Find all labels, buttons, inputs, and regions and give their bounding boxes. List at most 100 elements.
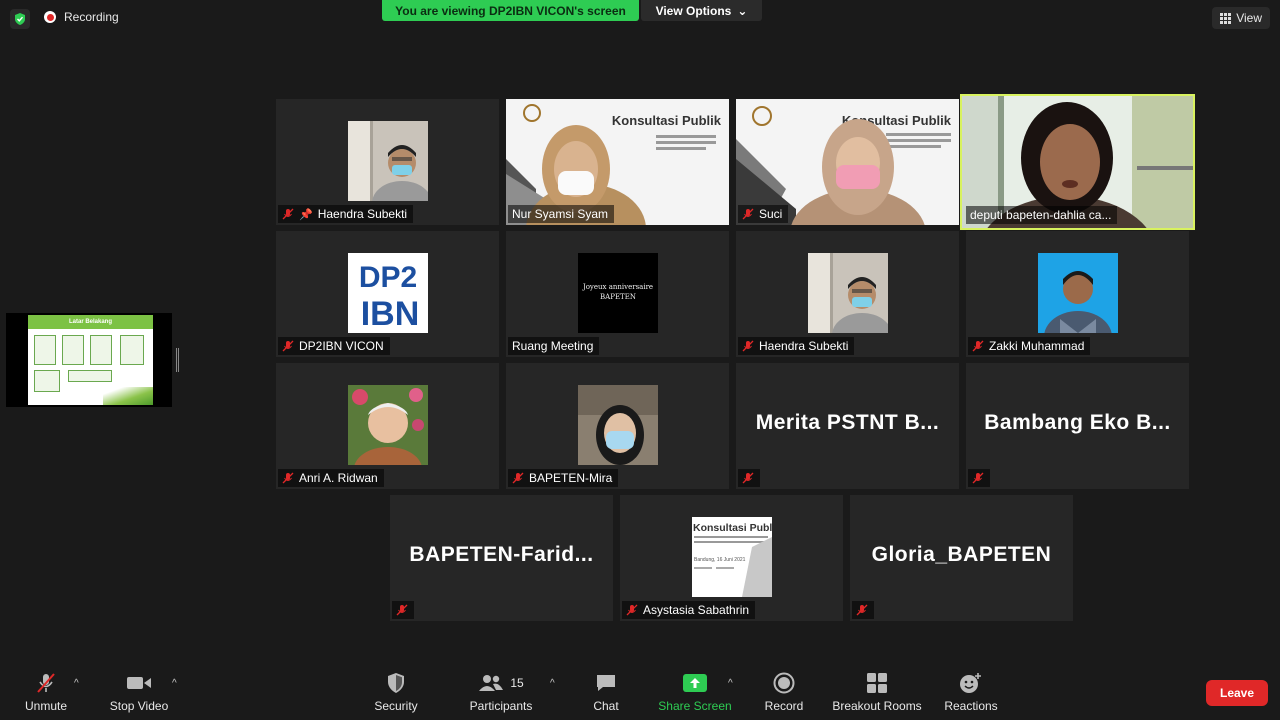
participant-name: Suci bbox=[759, 207, 783, 221]
participant-name: Haendra Subekti bbox=[317, 207, 408, 221]
view-options-button[interactable]: View Options ⌄ bbox=[641, 0, 762, 21]
shared-slide: Latar Belakang bbox=[28, 315, 153, 405]
audio-options-caret[interactable]: ^ bbox=[74, 678, 79, 689]
participant-name: Zakki Muhammad bbox=[989, 339, 1085, 353]
participant-name-bar: Ruang Meeting bbox=[508, 337, 600, 355]
participant-video bbox=[348, 121, 428, 201]
breakout-rooms-grid-icon bbox=[867, 673, 887, 693]
muted-mic-icon bbox=[282, 472, 294, 484]
logo-text-top: DP2 bbox=[359, 261, 417, 294]
muted-mic-icon bbox=[856, 604, 868, 616]
stop-video-button[interactable]: Stop Video bbox=[106, 664, 172, 720]
participant-tile[interactable]: BAPETEN-Mira bbox=[506, 363, 729, 489]
muted-mic-icon bbox=[742, 472, 754, 484]
view-options-label: View Options bbox=[655, 3, 732, 18]
muted-mic-icon bbox=[282, 340, 294, 352]
unmute-button[interactable]: Unmute bbox=[18, 664, 74, 720]
participant-name-bar: Nur Syamsi Syam bbox=[508, 205, 615, 223]
muted-mic-icon bbox=[512, 472, 524, 484]
participants-label: Participants bbox=[469, 699, 533, 713]
video-options-caret[interactable]: ^ bbox=[172, 678, 177, 689]
reactions-button[interactable]: Reactions bbox=[942, 664, 1000, 720]
chevron-down-icon: ⌄ bbox=[737, 3, 748, 18]
unmute-label: Unmute bbox=[24, 699, 68, 713]
slide-box bbox=[120, 335, 144, 365]
security-button[interactable]: Security bbox=[370, 664, 422, 720]
participants-button[interactable]: 15 Participants bbox=[466, 664, 536, 720]
participant-name: Ruang Meeting bbox=[512, 339, 594, 353]
participant-name-bar: deputi bapeten-dahlia ca... bbox=[966, 206, 1118, 224]
muted-mic-icon bbox=[626, 604, 638, 616]
participant-name-display: Merita PSTNT B... bbox=[755, 411, 940, 434]
leave-button[interactable]: Leave bbox=[1206, 680, 1268, 706]
shared-screen-thumbnail[interactable]: Latar Belakang bbox=[6, 313, 172, 407]
panel-resize-handle[interactable] bbox=[176, 348, 179, 372]
share-screen-button[interactable]: Share Screen bbox=[656, 664, 734, 720]
participant-tile[interactable]: Konsultasi Publik Suci bbox=[736, 99, 959, 225]
card-line-1: Joyeux anniversaire bbox=[582, 283, 653, 291]
participant-name: DP2IBN VICON bbox=[299, 339, 384, 353]
record-button[interactable]: Record bbox=[762, 664, 806, 720]
participant-tile[interactable]: Konsultasi Publ Bandung, 16 Juni 2021 As… bbox=[620, 495, 843, 621]
participant-image: Joyeux anniversaire BAPETEN bbox=[578, 253, 658, 333]
security-shield-icon[interactable] bbox=[10, 9, 30, 29]
share-options-caret[interactable]: ^ bbox=[728, 678, 733, 689]
meeting-toolbar: Unmute ^ Stop Video ^ Security 15 Partic… bbox=[0, 664, 1280, 720]
participant-name: BAPETEN-Mira bbox=[529, 471, 613, 485]
participant-name-bar: Haendra Subekti bbox=[738, 337, 855, 355]
chat-bubble-icon bbox=[597, 675, 615, 691]
participant-name-bar: 📌 Haendra Subekti bbox=[278, 205, 414, 223]
participant-name: deputi bapeten-dahlia ca... bbox=[970, 208, 1112, 222]
participant-tile[interactable]: Anri A. Ridwan bbox=[276, 363, 499, 489]
participant-name: Nur Syamsi Syam bbox=[512, 207, 609, 221]
participant-video bbox=[808, 253, 888, 333]
muted-mic-icon bbox=[396, 604, 408, 616]
logo-text-bottom: IBN bbox=[361, 295, 420, 333]
view-button[interactable]: View bbox=[1212, 7, 1270, 29]
participant-tile[interactable]: DP2 IBN DP2IBN VICON bbox=[276, 231, 499, 357]
record-dot-icon bbox=[44, 11, 56, 23]
recording-indicator[interactable]: Recording bbox=[44, 10, 119, 24]
participant-name-bar: Zakki Muhammad bbox=[968, 337, 1091, 355]
slide-box bbox=[34, 370, 60, 392]
participant-name-bar: Asystasia Sabathrin bbox=[622, 601, 756, 619]
participants-icon bbox=[479, 675, 504, 691]
participant-tile[interactable]: BAPETEN-Farid... bbox=[390, 495, 613, 621]
participant-photo bbox=[348, 385, 428, 465]
muted-mic-icon bbox=[282, 208, 294, 220]
participant-tile[interactable]: Joyeux anniversaire BAPETEN Ruang Meetin… bbox=[506, 231, 729, 357]
participants-options-caret[interactable]: ^ bbox=[550, 678, 555, 689]
participant-name-bar bbox=[392, 601, 414, 619]
participant-tile-active-speaker[interactable]: deputi bapeten-dahlia ca... bbox=[960, 94, 1195, 230]
participant-tile[interactable]: Gloria_BAPETEN bbox=[850, 495, 1073, 621]
participant-tile[interactable]: Konsultasi Publik Nur Syamsi Syam bbox=[506, 99, 729, 225]
participant-tile[interactable]: Bambang Eko B... bbox=[966, 363, 1189, 489]
slide-box bbox=[68, 370, 112, 382]
breakout-rooms-button[interactable]: Breakout Rooms bbox=[830, 664, 924, 720]
view-label: View bbox=[1236, 11, 1262, 25]
muted-mic-icon bbox=[972, 340, 984, 352]
record-label: Record bbox=[764, 699, 804, 713]
breakout-rooms-label: Breakout Rooms bbox=[832, 699, 922, 713]
participant-name-bar: Suci bbox=[738, 205, 789, 223]
participant-name: Asystasia Sabathrin bbox=[643, 603, 750, 617]
participant-tile[interactable]: Zakki Muhammad bbox=[966, 231, 1189, 357]
slide-box bbox=[62, 335, 84, 365]
record-icon bbox=[773, 672, 795, 694]
slide-box bbox=[34, 335, 56, 365]
participant-tile[interactable]: Haendra Subekti bbox=[736, 231, 959, 357]
video-camera-icon bbox=[127, 677, 151, 689]
participant-name-bar: DP2IBN VICON bbox=[278, 337, 390, 355]
participant-tile[interactable]: 📌 Haendra Subekti bbox=[276, 99, 499, 225]
participant-tile[interactable]: Merita PSTNT B... bbox=[736, 363, 959, 489]
share-screen-label: Share Screen bbox=[658, 699, 732, 713]
participant-name-bar bbox=[738, 469, 760, 487]
chat-button[interactable]: Chat bbox=[588, 664, 624, 720]
participants-count: 15 bbox=[510, 676, 524, 690]
participant-name-display: BAPETEN-Farid... bbox=[409, 543, 594, 566]
participant-name-bar bbox=[968, 469, 990, 487]
muted-mic-icon bbox=[972, 472, 984, 484]
participant-slide-image: Konsultasi Publ Bandung, 16 Juni 2021 bbox=[692, 517, 772, 597]
pin-icon: 📌 bbox=[299, 208, 313, 221]
card-line-2: BAPETEN bbox=[600, 293, 636, 301]
